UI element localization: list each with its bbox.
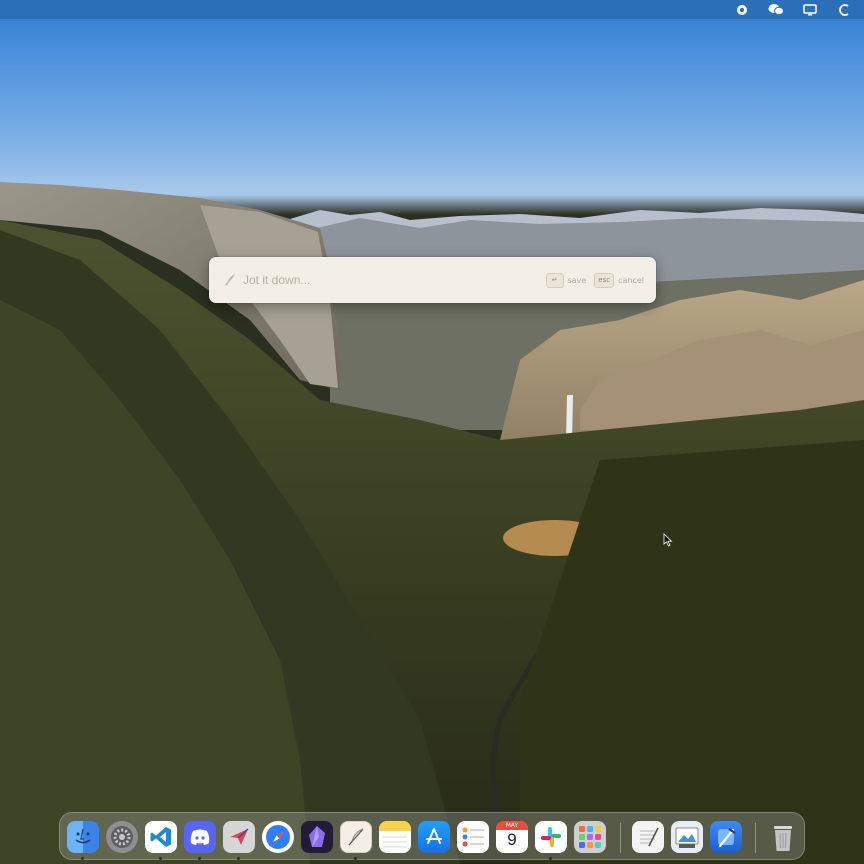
wallpaper: [0, 182, 864, 864]
save-hint[interactable]: ↵ save: [545, 272, 587, 288]
save-label: save: [567, 275, 587, 285]
safari-icon[interactable]: [262, 821, 294, 853]
display-icon[interactable]: [802, 3, 818, 17]
note-input[interactable]: [243, 270, 538, 290]
cancel-label: cancel: [618, 275, 644, 285]
record-icon[interactable]: [734, 3, 750, 17]
discord-icon[interactable]: [184, 821, 216, 853]
dock: MAY 9: [59, 812, 805, 860]
textedit-icon[interactable]: [632, 821, 664, 853]
dock-separator: [755, 823, 756, 853]
notes-icon[interactable]: [379, 821, 411, 853]
finder-icon[interactable]: [67, 821, 99, 853]
preview-icon[interactable]: [671, 821, 703, 853]
menu-bar: [0, 0, 864, 19]
quill-icon[interactable]: [340, 821, 372, 853]
xcode-icon[interactable]: [710, 821, 742, 853]
calendar-day: 9: [507, 830, 517, 849]
desktop: ↵ save esc cancel: [0, 0, 864, 864]
control-center-icon[interactable]: [836, 3, 852, 17]
obsidian-icon[interactable]: [301, 821, 333, 853]
dock-separator: [620, 823, 621, 853]
system-settings-icon[interactable]: [106, 821, 138, 853]
mouse-cursor-icon: [663, 533, 673, 552]
esc-key-badge: esc: [594, 272, 615, 288]
wechat-icon[interactable]: [768, 3, 784, 17]
cancel-hint[interactable]: esc cancel: [594, 272, 644, 288]
vscode-icon[interactable]: [145, 821, 177, 853]
launchpad-icon[interactable]: [574, 821, 606, 853]
calendar-icon[interactable]: MAY 9: [496, 821, 528, 853]
app-store-icon[interactable]: [418, 821, 450, 853]
trash-icon[interactable]: [767, 821, 799, 853]
reminders-icon[interactable]: [457, 821, 489, 853]
return-key-badge: ↵: [545, 272, 564, 288]
airmail-icon[interactable]: [223, 821, 255, 853]
quill-pen-icon: [223, 273, 237, 287]
quick-note-panel: ↵ save esc cancel: [209, 257, 656, 303]
slack-icon[interactable]: [535, 821, 567, 853]
calendar-month: MAY: [496, 821, 528, 830]
